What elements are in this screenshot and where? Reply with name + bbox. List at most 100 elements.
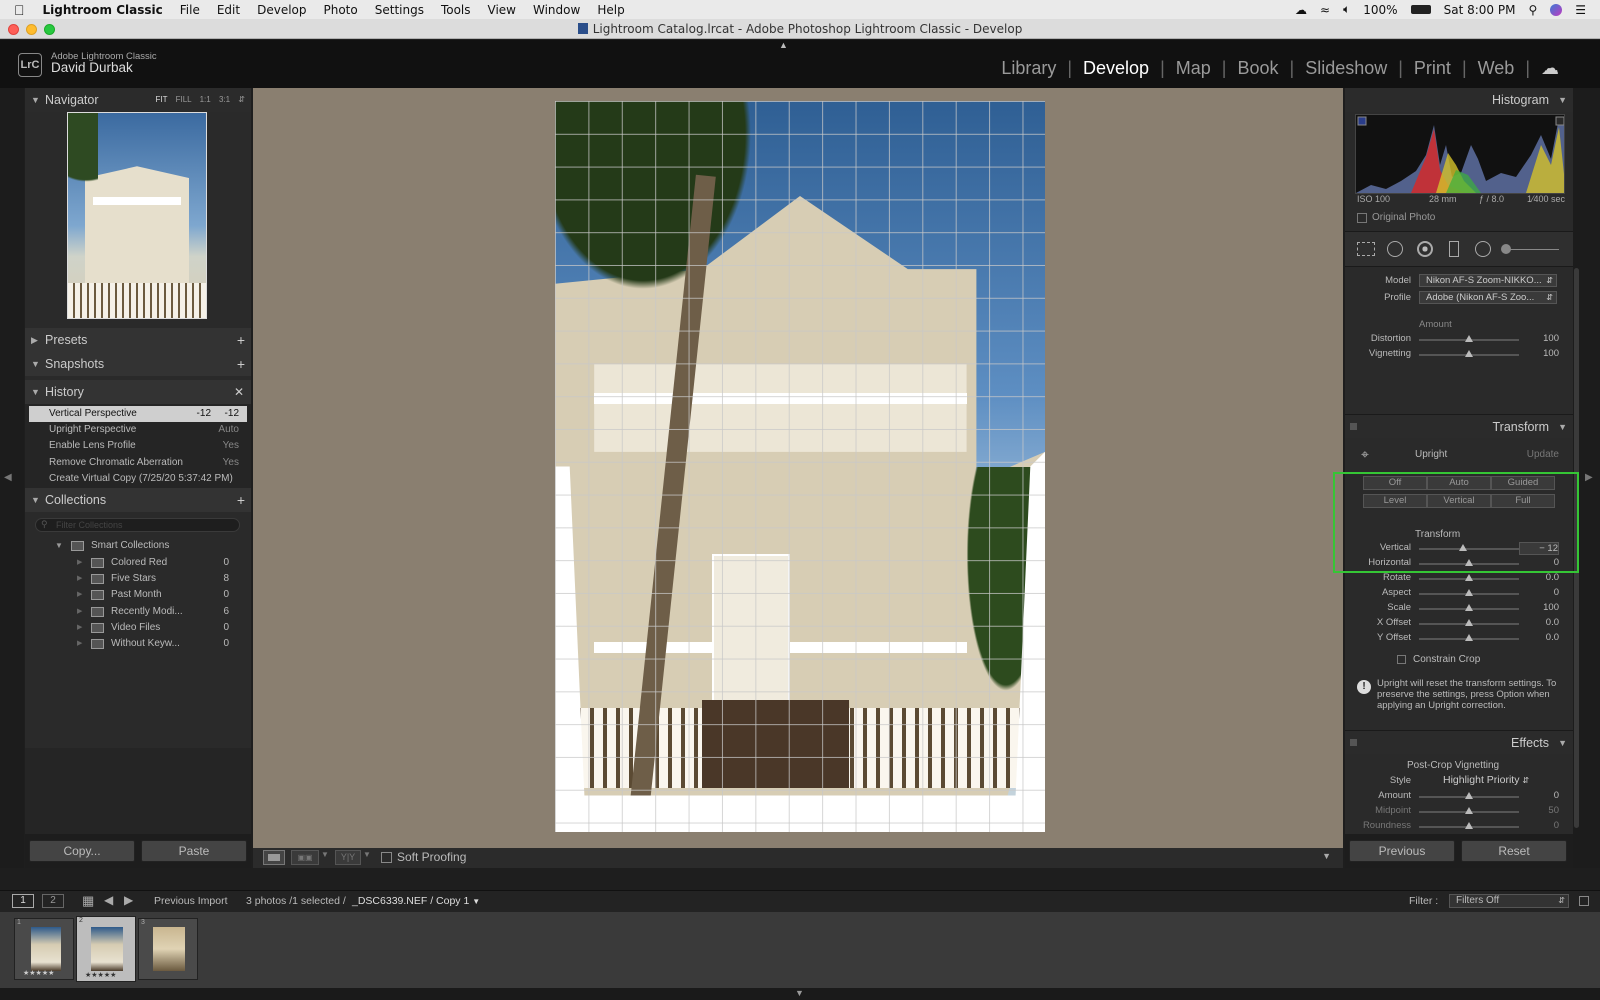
lens-model-dropdown[interactable]: Nikon AF-S Zoom-NIKKO... ⇵ bbox=[1419, 274, 1557, 287]
minimize-window-button[interactable] bbox=[26, 24, 37, 35]
history-item[interactable]: Upright Perspective Auto bbox=[29, 422, 247, 438]
radial-filter-tool-icon[interactable] bbox=[1475, 241, 1491, 257]
presets-header[interactable]: ▶ Presets + bbox=[25, 328, 251, 352]
grid-view-icon[interactable]: ▦ bbox=[82, 893, 94, 909]
menu-tools[interactable]: Tools bbox=[441, 3, 471, 17]
zoom-window-button[interactable] bbox=[44, 24, 55, 35]
slider-value[interactable]: 0 bbox=[1519, 790, 1559, 801]
cloud-sync-icon[interactable]: ☁ bbox=[1530, 58, 1570, 79]
close-window-button[interactable] bbox=[8, 24, 19, 35]
swap-before-after-button[interactable]: Y|Y bbox=[335, 850, 361, 865]
slider-value[interactable]: 50 bbox=[1519, 805, 1559, 816]
crop-overlay-tool-icon[interactable] bbox=[1357, 242, 1375, 256]
menu-window[interactable]: Window bbox=[533, 3, 580, 17]
slider-track[interactable] bbox=[1419, 604, 1519, 611]
smart-collection-item[interactable]: ▶ Colored Red 0 bbox=[25, 555, 251, 571]
secondary-display-button[interactable]: 2 bbox=[42, 894, 64, 908]
add-snapshot-icon[interactable]: + bbox=[237, 352, 245, 376]
slider-track[interactable] bbox=[1419, 807, 1519, 814]
history-item[interactable]: Enable Lens Profile Yes bbox=[29, 438, 247, 454]
slider-value[interactable]: 100 bbox=[1519, 602, 1559, 613]
panel-switch-icon[interactable] bbox=[1350, 423, 1357, 430]
smart-collections-group[interactable]: ▼ Smart Collections bbox=[25, 538, 251, 554]
slider-value[interactable]: 0.0 bbox=[1519, 572, 1559, 583]
slider-value[interactable]: 100 bbox=[1519, 333, 1559, 344]
adjustment-brush-slider[interactable] bbox=[1503, 249, 1559, 250]
slider-track[interactable] bbox=[1419, 822, 1519, 829]
module-map[interactable]: Map bbox=[1165, 58, 1222, 79]
constrain-crop-checkbox[interactable] bbox=[1397, 655, 1406, 664]
wifi-icon[interactable]: ≈ bbox=[1320, 3, 1330, 17]
slider-track[interactable] bbox=[1419, 574, 1519, 581]
module-web[interactable]: Web bbox=[1467, 58, 1526, 79]
slider-track[interactable] bbox=[1419, 350, 1519, 357]
red-eye-tool-icon[interactable] bbox=[1417, 241, 1433, 257]
filmstrip-thumbnail[interactable]: 1 ★★★★★ bbox=[14, 918, 74, 980]
histogram-header[interactable]: Histogram ▼ bbox=[1345, 88, 1573, 112]
bottom-panel-toggle-icon[interactable]: ▼ bbox=[795, 988, 804, 998]
update-button[interactable]: Update bbox=[1527, 449, 1559, 460]
collections-header[interactable]: ▼ Collections + bbox=[25, 488, 251, 512]
slider-thumb[interactable] bbox=[1465, 589, 1473, 596]
module-book[interactable]: Book bbox=[1226, 58, 1289, 79]
navigator-header[interactable]: ▼ Navigator FIT FILL 1:1 3:1 ⇵ bbox=[25, 88, 251, 112]
top-panel-toggle-icon[interactable]: ▲ bbox=[779, 40, 788, 50]
battery-percent[interactable]: 100% bbox=[1363, 3, 1397, 17]
dropdown-arrow-icon[interactable]: ▼ bbox=[321, 850, 329, 859]
siri-icon[interactable] bbox=[1550, 3, 1563, 16]
module-print[interactable]: Print bbox=[1403, 58, 1462, 79]
history-item[interactable]: Create Virtual Copy (7/25/20 5:37:42 PM) bbox=[29, 471, 247, 487]
previous-button[interactable]: Previous bbox=[1349, 840, 1455, 862]
slider-thumb[interactable] bbox=[1465, 619, 1473, 626]
filmstrip-source[interactable]: Previous Import bbox=[154, 895, 228, 907]
menu-file[interactable]: File bbox=[180, 3, 200, 17]
filmstrip-thumbnail[interactable]: 3 bbox=[138, 918, 198, 980]
reset-button[interactable]: Reset bbox=[1461, 840, 1567, 862]
apple-icon[interactable]:  bbox=[14, 2, 25, 18]
toolbar-menu-icon[interactable]: ▼ bbox=[1322, 851, 1331, 861]
slider-thumb[interactable] bbox=[1465, 574, 1473, 581]
smart-collection-item[interactable]: ▶ Video Files 0 bbox=[25, 620, 251, 636]
guided-upright-tool-icon[interactable]: ⌖ bbox=[1361, 446, 1369, 463]
filter-lock-icon[interactable] bbox=[1579, 896, 1589, 906]
history-item[interactable]: Remove Chromatic Aberration Yes bbox=[29, 455, 247, 471]
panel-switch-icon[interactable] bbox=[1350, 739, 1357, 746]
effects-header[interactable]: Effects ▼ bbox=[1345, 730, 1573, 754]
lens-profile-dropdown[interactable]: Adobe (Nikon AF-S Zoo... ⇵ bbox=[1419, 291, 1557, 304]
loupe-view-button[interactable] bbox=[263, 850, 285, 865]
clock[interactable]: Sat 8:00 PM bbox=[1444, 3, 1516, 17]
slider-thumb[interactable] bbox=[1465, 350, 1473, 357]
forward-arrow-icon[interactable]: ▶ bbox=[124, 893, 133, 907]
menu-develop[interactable]: Develop bbox=[257, 3, 306, 17]
slider-thumb[interactable] bbox=[1465, 792, 1473, 799]
module-library[interactable]: Library bbox=[990, 58, 1067, 79]
left-panel-toggle-icon[interactable]: ◀ bbox=[4, 472, 12, 483]
slider-value[interactable]: 0 bbox=[1519, 587, 1559, 598]
menu-photo[interactable]: Photo bbox=[324, 3, 358, 17]
spot-removal-tool-icon[interactable] bbox=[1387, 241, 1403, 257]
slider-thumb[interactable] bbox=[1465, 807, 1473, 814]
history-header[interactable]: ▼ History ✕ bbox=[25, 380, 251, 404]
image-canvas[interactable] bbox=[253, 88, 1343, 848]
spotlight-search-icon[interactable]: ⚲ bbox=[1528, 3, 1537, 17]
slider-thumb[interactable] bbox=[1465, 822, 1473, 829]
module-slideshow[interactable]: Slideshow bbox=[1294, 58, 1398, 79]
zoom-1to1[interactable]: 1:1 bbox=[200, 95, 211, 104]
histogram-graph[interactable] bbox=[1355, 114, 1565, 194]
slider-track[interactable] bbox=[1419, 335, 1519, 342]
snapshots-header[interactable]: ▼ Snapshots + bbox=[25, 352, 251, 376]
slider-value[interactable]: 0 bbox=[1519, 820, 1559, 831]
slider-track[interactable] bbox=[1419, 589, 1519, 596]
right-panel-toggle-icon[interactable]: ▶ bbox=[1585, 472, 1593, 483]
paste-settings-button[interactable]: Paste bbox=[141, 840, 247, 862]
slider-track[interactable] bbox=[1419, 792, 1519, 799]
history-item[interactable]: Vertical Perspective -12 -12 bbox=[29, 406, 247, 422]
smart-collection-item[interactable]: ▶ Five Stars 8 bbox=[25, 571, 251, 587]
slider-thumb[interactable] bbox=[1465, 335, 1473, 342]
filter-collections-field[interactable]: ⚲ Filter Collections bbox=[35, 518, 240, 532]
copy-settings-button[interactable]: Copy... bbox=[29, 840, 135, 862]
vignette-style-dropdown[interactable]: Highlight Priority ⇵ bbox=[1443, 774, 1529, 786]
navigator-thumbnail[interactable] bbox=[67, 112, 207, 319]
smart-collection-item[interactable]: ▶ Recently Modi... 6 bbox=[25, 604, 251, 620]
module-develop[interactable]: Develop bbox=[1072, 58, 1160, 79]
